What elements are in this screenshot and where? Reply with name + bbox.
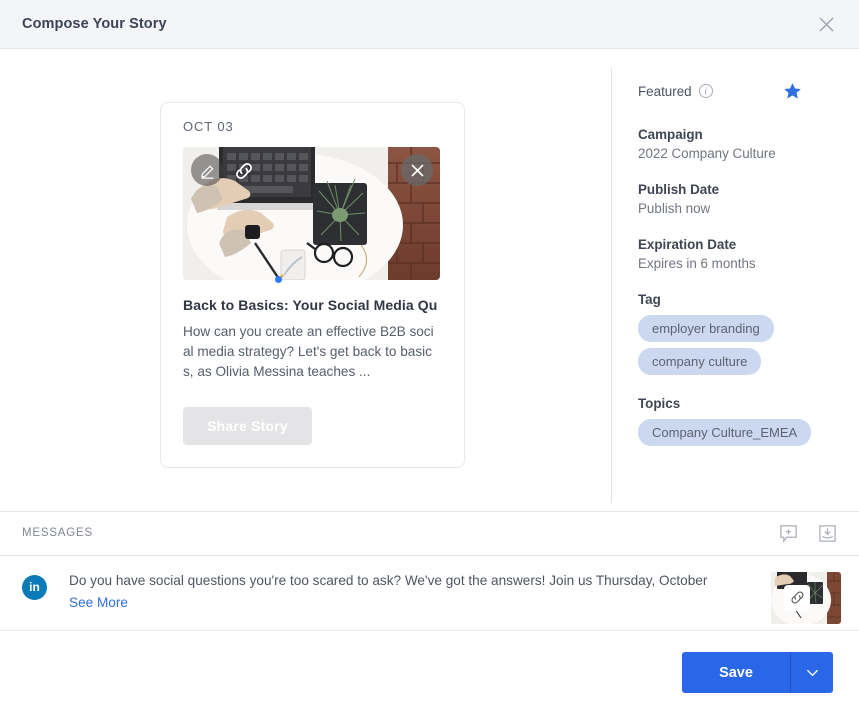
link-icon <box>784 585 810 611</box>
tag-pill[interactable]: employer branding <box>638 315 774 342</box>
story-title: Back to Basics: Your Social Media Qu <box>183 297 442 313</box>
dialog-header: Compose Your Story <box>0 0 859 49</box>
share-story-button[interactable]: Share Story <box>183 407 312 445</box>
story-date: OCT 03 <box>183 119 442 134</box>
see-more-link[interactable]: See More <box>69 595 128 610</box>
message-text: Do you have social questions you're too … <box>69 572 761 590</box>
meta-field-publish-date: Publish Date Publish now <box>638 182 835 216</box>
info-icon[interactable]: i <box>699 84 713 98</box>
story-preview-pane: OCT 03 <box>0 49 612 511</box>
messages-actions <box>779 524 837 543</box>
meta-field-tag: Tag employer branding company culture <box>638 292 835 375</box>
status-badge <box>275 276 282 283</box>
meta-key: Campaign <box>638 127 835 142</box>
messages-label: MESSAGES <box>22 527 93 539</box>
meta-value[interactable]: Expires in 6 months <box>638 256 835 271</box>
star-icon[interactable] <box>782 81 803 101</box>
save-button-group: Save <box>682 652 833 693</box>
import-message-icon[interactable] <box>818 524 837 543</box>
add-message-icon[interactable] <box>779 524 798 543</box>
meta-value[interactable]: Publish now <box>638 201 835 216</box>
chevron-down-icon <box>805 665 820 680</box>
featured-label: Featured <box>638 84 692 99</box>
meta-key: Expiration Date <box>638 237 835 252</box>
messages-section-header: MESSAGES <box>0 511 859 555</box>
meta-key: Topics <box>638 396 835 411</box>
message-list-item[interactable]: in Do you have social questions you're t… <box>0 555 859 631</box>
linkedin-icon: in <box>22 575 47 600</box>
link-icon[interactable] <box>233 160 255 182</box>
story-card: OCT 03 <box>160 102 465 468</box>
dialog-body: OCT 03 <box>0 49 859 511</box>
topic-pill[interactable]: Company Culture_EMEA <box>638 419 811 446</box>
tag-list: employer branding company culture <box>638 315 835 375</box>
tag-pill[interactable]: company culture <box>638 348 761 375</box>
story-image <box>183 147 440 280</box>
featured-row: Featured i <box>638 81 835 101</box>
meta-field-expiration-date: Expiration Date Expires in 6 months <box>638 237 835 271</box>
meta-key: Tag <box>638 292 835 307</box>
pencil-icon <box>199 162 216 179</box>
meta-key: Publish Date <box>638 182 835 197</box>
remove-image-button[interactable] <box>401 154 433 186</box>
compose-story-dialog: Compose Your Story OCT 03 <box>0 0 859 715</box>
save-dropdown-button[interactable] <box>790 652 833 693</box>
story-description: How can you create an effective B2B soci… <box>183 322 435 382</box>
message-body: Do you have social questions you're too … <box>69 572 761 612</box>
close-icon <box>411 164 424 177</box>
save-button[interactable]: Save <box>682 652 790 693</box>
vertical-divider <box>611 68 612 503</box>
topic-list: Company Culture_EMEA <box>638 419 835 446</box>
close-icon[interactable] <box>813 11 839 37</box>
edit-image-button[interactable] <box>191 154 223 186</box>
page-title: Compose Your Story <box>22 16 167 32</box>
meta-field-campaign: Campaign 2022 Company Culture <box>638 127 835 161</box>
meta-field-topics: Topics Company Culture_EMEA <box>638 396 835 446</box>
message-thumbnail[interactable] <box>771 572 841 624</box>
story-settings-pane: Featured i Campaign 2022 Company Culture… <box>612 49 859 511</box>
meta-value[interactable]: 2022 Company Culture <box>638 146 835 161</box>
dialog-footer: Save <box>0 631 859 715</box>
